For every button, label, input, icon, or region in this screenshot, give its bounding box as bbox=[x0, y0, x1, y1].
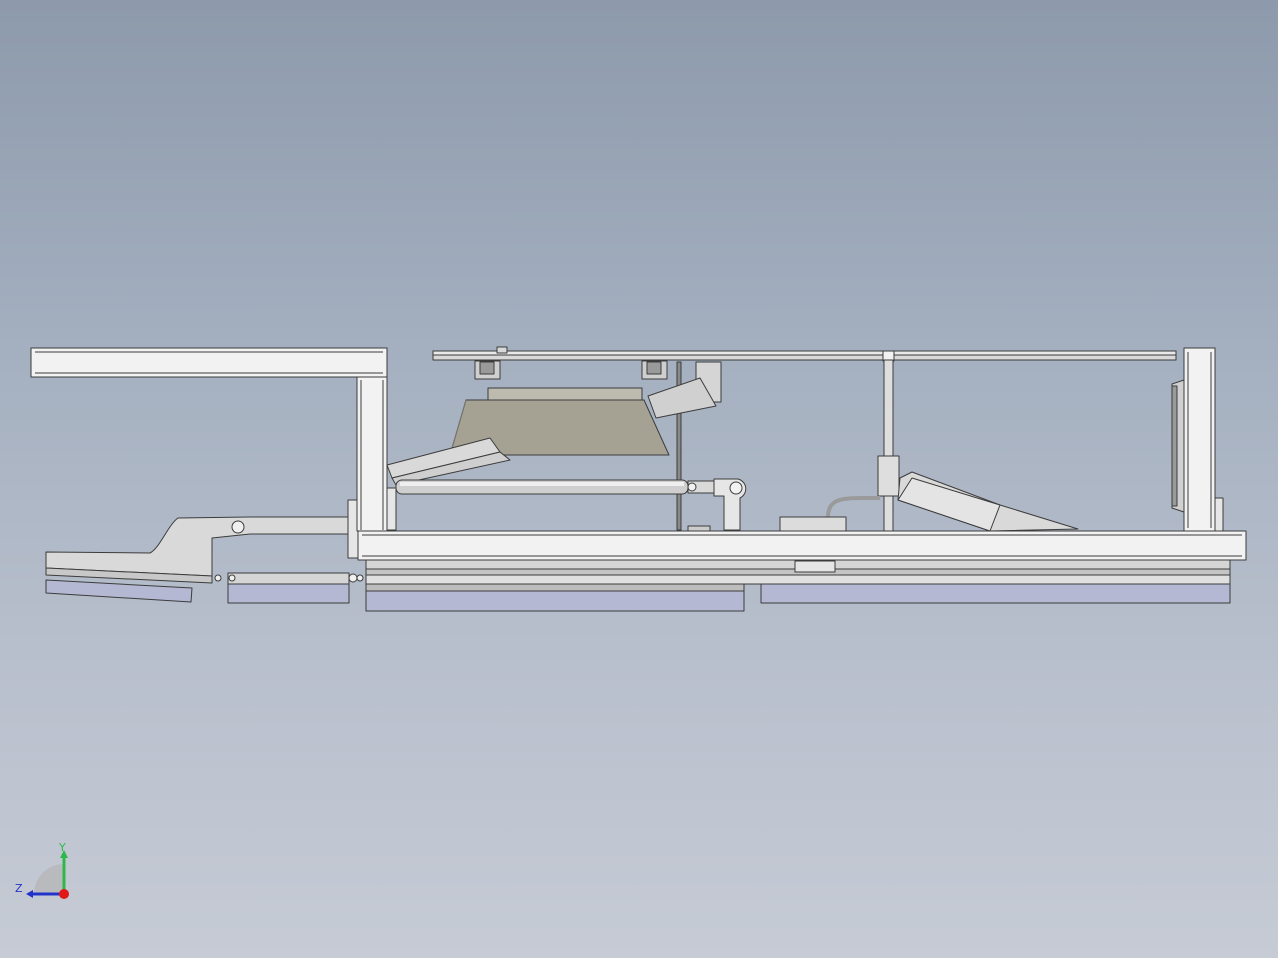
graphics-viewport[interactable]: Y Z bbox=[0, 0, 1278, 958]
y-axis-label: Y bbox=[58, 841, 66, 854]
z-axis-label: Z bbox=[15, 882, 23, 895]
triad-origin-icon bbox=[59, 889, 69, 899]
view-orientation-triad: Y Z bbox=[15, 841, 69, 899]
